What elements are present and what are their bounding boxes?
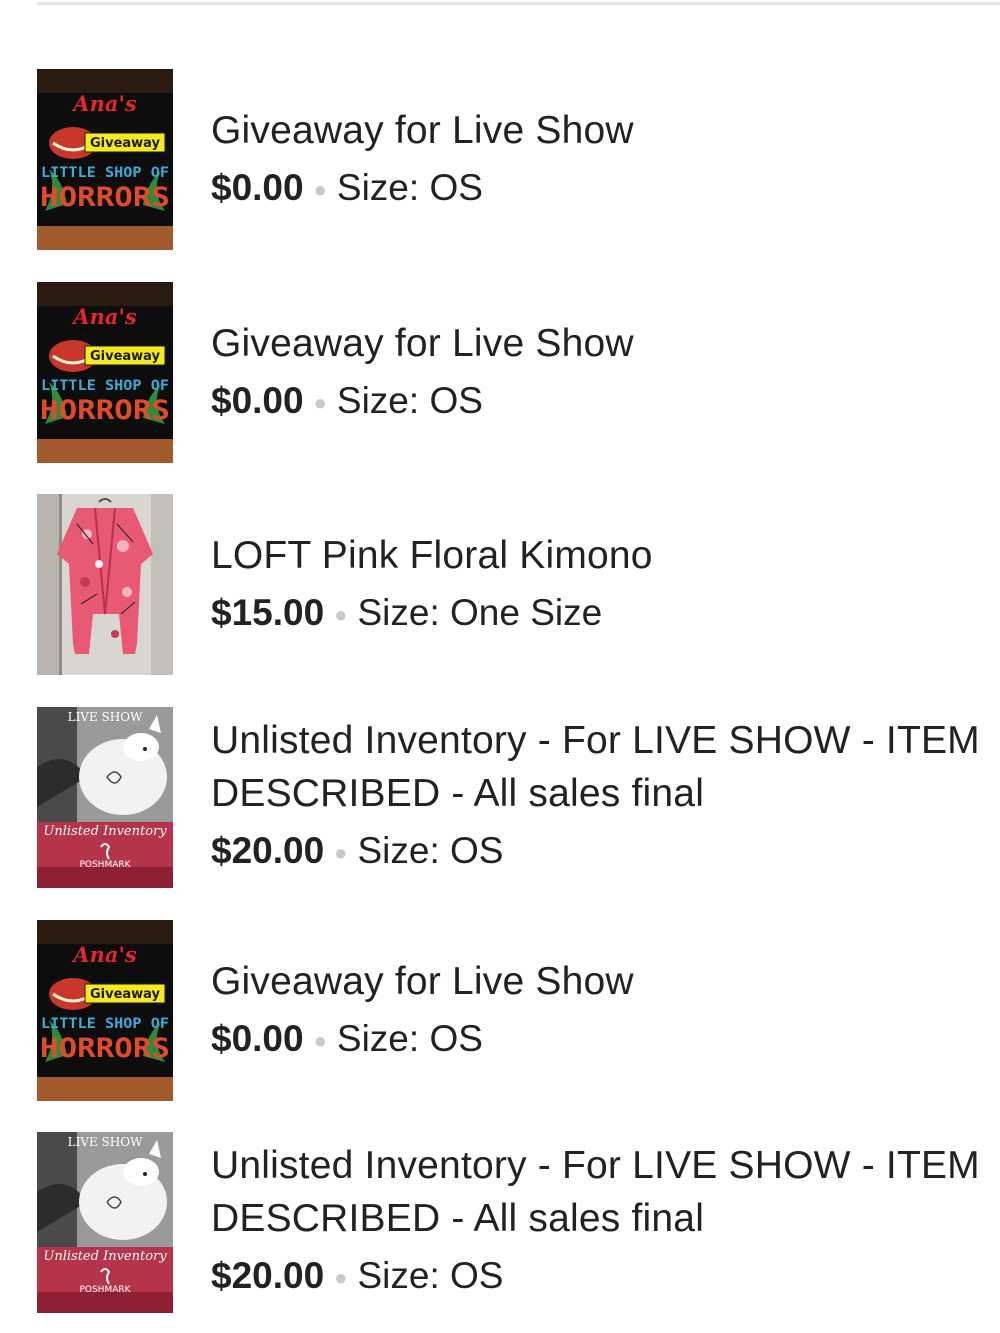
card-script-text: Unlisted Inventory: [43, 824, 167, 839]
poster-badge-text: Giveaway: [90, 136, 161, 151]
listing-meta: $0.00 ● Size: OS: [211, 379, 1000, 425]
listing-meta: $15.00 ● Size: One Size: [211, 591, 1000, 637]
card-brand-text: POSHMARK: [79, 860, 131, 870]
listing-item[interactable]: Ana's Giveaway LITTLE SHOP OF HORRORS Gi…: [0, 920, 1000, 1101]
listing-item[interactable]: Ana's Giveaway LITTLE SHOP OF HORRORS Gi…: [0, 282, 1000, 463]
card-top-text: LIVE SHOW: [68, 710, 143, 724]
giveaway-poster-image: Ana's Giveaway LITTLE SHOP OF HORRORS: [37, 920, 173, 1101]
size-value: OS: [450, 1255, 504, 1296]
size-value: OS: [450, 830, 504, 871]
listing-thumbnail[interactable]: LIVE SHOW Unlisted Inventory POSHMARK: [37, 707, 173, 888]
listing-title[interactable]: Giveaway for Live Show: [211, 955, 1000, 1008]
listing-thumbnail[interactable]: Ana's Giveaway LITTLE SHOP OF HORRORS: [37, 282, 173, 463]
card-top-text: LIVE SHOW: [68, 1135, 143, 1149]
listing-title[interactable]: Unlisted Inventory - For LIVE SHOW - ITE…: [211, 714, 1000, 820]
listing-info: Unlisted Inventory - For LIVE SHOW - ITE…: [211, 714, 1000, 875]
unlisted-inventory-image: LIVE SHOW Unlisted Inventory POSHMARK: [37, 1132, 173, 1313]
listing-price: $20.00: [211, 1255, 325, 1296]
poster-title-text: HORRORS: [40, 395, 170, 426]
listing-meta: $20.00 ● Size: OS: [211, 1254, 1000, 1300]
poster-title-text: HORRORS: [40, 182, 170, 213]
poster-script-text: Ana's: [71, 942, 137, 967]
listing-title[interactable]: LOFT Pink Floral Kimono: [211, 529, 1000, 582]
size-label: Size:: [357, 1255, 440, 1296]
size-label: Size:: [357, 830, 440, 871]
size-label: Size:: [336, 167, 420, 208]
listing-price: $0.00: [211, 167, 304, 208]
size-label: Size:: [336, 1018, 420, 1059]
poster-title-text: LITTLE SHOP OF: [41, 1016, 169, 1032]
poster-script-text: Ana's: [71, 304, 137, 329]
listing-item[interactable]: LIVE SHOW Unlisted Inventory POSHMARK Un…: [0, 707, 1000, 888]
listing-thumbnail[interactable]: Ana's Giveaway LITTLE SHOP OF HORRORS: [37, 69, 173, 250]
unlisted-inventory-image: LIVE SHOW Unlisted Inventory POSHMARK: [37, 707, 173, 888]
giveaway-poster-image: Ana's Giveaway LITTLE SHOP OF HORRORS: [37, 282, 173, 463]
listing-info: Giveaway for Live Show $0.00 ● Size: OS: [211, 317, 1000, 425]
listing-meta: $20.00 ● Size: OS: [211, 829, 1000, 875]
listing-price: $15.00: [211, 592, 325, 633]
size-value: One Size: [450, 592, 603, 633]
poster-title-text: HORRORS: [40, 1033, 170, 1064]
poster-title-text: LITTLE SHOP OF: [41, 378, 169, 394]
giveaway-poster-image: Ana's Giveaway LITTLE SHOP OF HORRORS: [37, 69, 173, 250]
poster-script-text: Ana's: [71, 91, 137, 116]
poster-title-text: LITTLE SHOP OF: [41, 165, 169, 181]
size-value: OS: [429, 167, 483, 208]
separator-dot: ●: [313, 1028, 327, 1054]
poster-badge-text: Giveaway: [90, 349, 161, 364]
listing-title[interactable]: Unlisted Inventory - For LIVE SHOW - ITE…: [211, 1139, 1000, 1245]
listing-title[interactable]: Giveaway for Live Show: [211, 104, 1000, 157]
listing-info: Giveaway for Live Show $0.00 ● Size: OS: [211, 104, 1000, 212]
listing-meta: $0.00 ● Size: OS: [211, 166, 1000, 212]
listing-info: Giveaway for Live Show $0.00 ● Size: OS: [211, 955, 1000, 1063]
listing-meta: $0.00 ● Size: OS: [211, 1017, 1000, 1063]
listing-item[interactable]: LIVE SHOW Unlisted Inventory POSHMARK Un…: [0, 1132, 1000, 1313]
size-label: Size:: [336, 380, 420, 421]
separator-dot: ●: [313, 390, 327, 416]
listing-thumbnail[interactable]: [37, 494, 173, 675]
listing-thumbnail[interactable]: Ana's Giveaway LITTLE SHOP OF HORRORS: [37, 920, 173, 1101]
listing-title[interactable]: Giveaway for Live Show: [211, 317, 1000, 370]
card-brand-text: POSHMARK: [79, 1285, 131, 1295]
separator-dot: ●: [334, 1265, 348, 1291]
separator-dot: ●: [313, 177, 327, 203]
listing-price: $0.00: [211, 1018, 304, 1059]
listing-thumbnail[interactable]: LIVE SHOW Unlisted Inventory POSHMARK: [37, 1132, 173, 1313]
listing-price: $20.00: [211, 830, 325, 871]
size-value: OS: [429, 1018, 483, 1059]
top-divider: [37, 2, 1000, 5]
listing-info: Unlisted Inventory - For LIVE SHOW - ITE…: [211, 1139, 1000, 1300]
card-script-text: Unlisted Inventory: [43, 1249, 167, 1264]
listing-item[interactable]: LOFT Pink Floral Kimono $15.00 ● Size: One…: [0, 494, 1000, 675]
pink-kimono-photo: [37, 494, 173, 675]
separator-dot: ●: [334, 602, 348, 628]
poster-badge-text: Giveaway: [90, 987, 161, 1002]
separator-dot: ●: [334, 840, 348, 866]
listing-price: $0.00: [211, 380, 304, 421]
size-label: Size:: [357, 592, 440, 633]
listing-item[interactable]: Ana's Giveaway LITTLE SHOP OF HORRORS Gi…: [0, 69, 1000, 250]
size-value: OS: [429, 380, 483, 421]
listing-info: LOFT Pink Floral Kimono $15.00 ● Size: One…: [211, 529, 1000, 637]
